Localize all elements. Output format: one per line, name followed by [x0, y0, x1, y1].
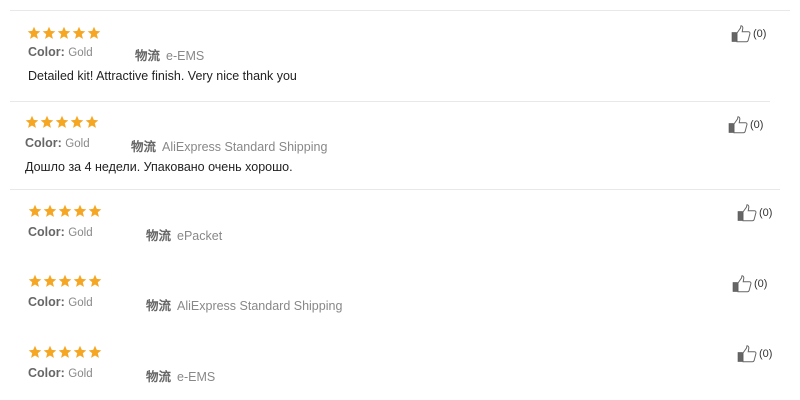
color-value: Gold [68, 47, 93, 59]
helpful-button[interactable]: (0) [728, 116, 763, 134]
star-icon [88, 204, 102, 217]
color-value: Gold [68, 227, 93, 239]
star-icon [73, 345, 87, 358]
thumbs-up-icon [737, 345, 757, 363]
shipping-attribute: 物流 AliExpress Standard Shipping [146, 295, 342, 314]
helpful-count: (0) [759, 207, 773, 219]
shipping-attribute: 物流 e-EMS [135, 45, 204, 64]
review-text: Дошло за 4 недели. Упаковано очень хорош… [25, 160, 293, 174]
star-icon [25, 115, 39, 128]
helpful-button[interactable]: (0) [731, 25, 766, 43]
shipping-value: AliExpress Standard Shipping [162, 140, 328, 154]
star-icon [73, 204, 87, 217]
thumbs-up-icon [731, 25, 751, 43]
star-icon [72, 26, 86, 39]
shipping-attribute: 物流 ePacket [146, 225, 222, 244]
star-icon [87, 26, 101, 39]
star-rating [28, 204, 102, 218]
shipping-value: ePacket [177, 229, 223, 243]
shipping-label: 物流 [146, 299, 172, 313]
color-value: Gold [65, 138, 90, 150]
shipping-value: e-EMS [177, 370, 216, 384]
helpful-count: (0) [750, 119, 764, 131]
star-icon [55, 115, 69, 128]
star-rating [25, 115, 99, 129]
star-icon [88, 345, 102, 358]
helpful-count: (0) [753, 28, 767, 40]
star-icon [28, 345, 42, 358]
shipping-attribute: 物流 e-EMS [146, 366, 215, 385]
divider [10, 101, 770, 102]
color-attribute: Color: Gold [28, 366, 93, 380]
star-icon [58, 345, 72, 358]
star-icon [73, 274, 87, 287]
star-icon [70, 115, 84, 128]
shipping-label: 物流 [146, 229, 172, 243]
color-attribute: Color: Gold [25, 136, 90, 150]
star-icon [58, 274, 72, 287]
shipping-label: 物流 [135, 49, 161, 63]
star-icon [43, 345, 57, 358]
star-icon [28, 204, 42, 217]
star-icon [85, 115, 99, 128]
star-icon [57, 26, 71, 39]
shipping-value: e-EMS [166, 49, 205, 63]
shipping-attribute: 物流 AliExpress Standard Shipping [131, 136, 327, 155]
color-value: Gold [68, 368, 93, 380]
color-label: Color: [28, 366, 65, 380]
star-icon [58, 204, 72, 217]
star-rating [28, 345, 102, 359]
star-icon [28, 274, 42, 287]
star-icon [88, 274, 102, 287]
helpful-count: (0) [759, 348, 773, 360]
color-attribute: Color: Gold [28, 225, 93, 239]
helpful-button[interactable]: (0) [732, 275, 767, 293]
color-label: Color: [28, 295, 65, 309]
shipping-label: 物流 [131, 140, 157, 154]
color-value: Gold [68, 297, 93, 309]
color-label: Color: [28, 45, 65, 59]
divider [10, 10, 790, 11]
helpful-count: (0) [754, 278, 768, 290]
color-attribute: Color: Gold [28, 295, 93, 309]
star-rating [28, 274, 102, 288]
helpful-button[interactable]: (0) [737, 345, 772, 363]
thumbs-up-icon [737, 204, 757, 222]
color-label: Color: [28, 225, 65, 239]
divider [10, 189, 780, 190]
star-rating [27, 26, 101, 40]
thumbs-up-icon [728, 116, 748, 134]
star-icon [42, 26, 56, 39]
helpful-button[interactable]: (0) [737, 204, 772, 222]
star-icon [43, 204, 57, 217]
review-text: Detailed kit! Attractive finish. Very ni… [28, 69, 297, 83]
star-icon [40, 115, 54, 128]
thumbs-up-icon [732, 275, 752, 293]
shipping-value: AliExpress Standard Shipping [177, 299, 343, 313]
color-label: Color: [25, 136, 62, 150]
color-attribute: Color: Gold [28, 45, 93, 59]
star-icon [27, 26, 41, 39]
star-icon [43, 274, 57, 287]
shipping-label: 物流 [146, 370, 172, 384]
